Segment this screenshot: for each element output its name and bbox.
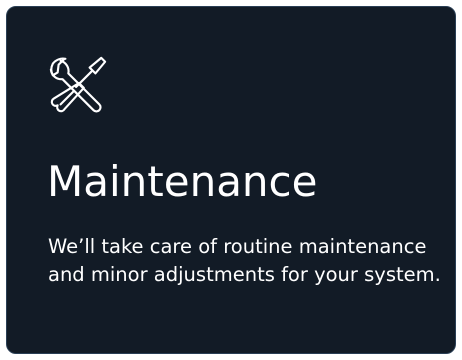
card-title: Maintenance xyxy=(47,157,318,206)
wrench-screwdriver-icon xyxy=(47,54,109,116)
maintenance-card: Maintenance We’ll take care of routine m… xyxy=(6,6,456,354)
card-description: We’ll take care of routine maintenance a… xyxy=(48,235,441,286)
